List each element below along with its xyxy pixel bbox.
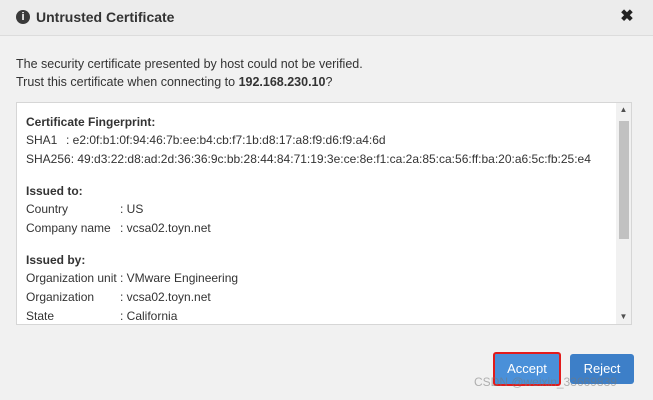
organization-unit-separator: : — [120, 271, 127, 285]
sha1-separator: : — [66, 133, 73, 147]
company-name-label: Company name — [26, 221, 111, 235]
sha1-label: SHA1 — [26, 133, 58, 147]
sha1-row: SHA1: e2:0f:b1:0f:94:46:7b:ee:b4:cb:f7:1… — [26, 131, 616, 150]
sha256-label: SHA256 — [26, 152, 71, 166]
dialog-title: Untrusted Certificate — [36, 9, 175, 25]
fingerprint-title: Certificate Fingerprint: — [26, 115, 156, 129]
scroll-down-arrow-icon[interactable]: ▼ — [616, 310, 631, 324]
country-value: US — [126, 202, 144, 216]
organization-label: Organization — [26, 290, 95, 304]
issued-to-title: Issued to: — [26, 184, 83, 198]
organization-row: Organization: vcsa02.toyn.net — [26, 288, 616, 307]
state-separator: : — [120, 309, 127, 323]
info-icon: i — [16, 10, 30, 24]
state-value: California — [126, 309, 178, 323]
sha256-value: 49:d3:22:d8:ad:2d:36:36:9c:bb:28:44:84:7… — [77, 152, 591, 166]
certificate-details-box[interactable]: Certificate Fingerprint: SHA1: e2:0f:b1:… — [16, 102, 632, 325]
host-address: 192.168.230.10 — [238, 75, 326, 89]
organization-unit-value: VMware Engineering — [126, 271, 239, 285]
state-label: State — [26, 309, 55, 323]
watermark: CSDN @weixin_33669839 — [474, 375, 617, 389]
company-name-value: vcsa02.toyn.net — [126, 221, 211, 235]
sha256-row: SHA256: 49:d3:22:d8:ad:2d:36:36:9c:bb:28… — [26, 150, 616, 169]
country-label: Country — [26, 202, 69, 216]
intro-text: The security certificate presented by ho… — [16, 55, 363, 91]
untrusted-certificate-dialog: i Untrusted Certificate ✖ The security c… — [0, 0, 653, 400]
organization-unit-row: Organization unit: VMware Engineering — [26, 269, 616, 288]
country-separator: : — [120, 202, 127, 216]
vertical-scrollbar[interactable]: ▲ ▼ — [616, 103, 631, 324]
country-row: Country: US — [26, 200, 616, 219]
organization-separator: : — [120, 290, 127, 304]
sha1-value: e2:0f:b1:0f:94:46:7b:ee:b4:cb:f7:1b:d8:1… — [72, 133, 386, 147]
scrollbar-thumb[interactable] — [619, 121, 629, 239]
scroll-up-arrow-icon[interactable]: ▲ — [616, 103, 631, 117]
dialog-header: i Untrusted Certificate ✖ — [0, 0, 653, 36]
intro-line-2-suffix: ? — [325, 75, 333, 89]
certificate-details: Certificate Fingerprint: SHA1: e2:0f:b1:… — [26, 113, 616, 324]
organization-unit-label: Organization unit — [26, 271, 117, 285]
company-name-row: Company name: vcsa02.toyn.net — [26, 219, 616, 238]
organization-value: vcsa02.toyn.net — [126, 290, 211, 304]
intro-line-1: The security certificate presented by ho… — [16, 57, 363, 71]
close-icon[interactable]: ✖ — [619, 8, 635, 26]
company-name-separator: : — [120, 221, 127, 235]
intro-line-2-prefix: Trust this certificate when connecting t… — [16, 75, 239, 89]
state-row: State: California — [26, 307, 616, 324]
intro-line-2: Trust this certificate when connecting t… — [16, 73, 363, 91]
issued-by-title: Issued by: — [26, 253, 86, 267]
